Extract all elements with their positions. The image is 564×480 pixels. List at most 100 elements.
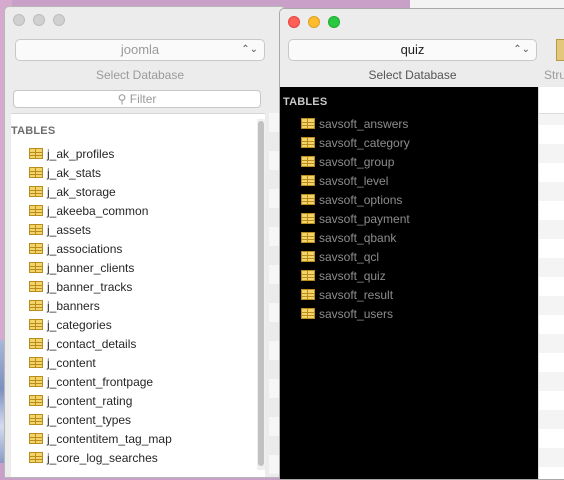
- table-icon: [301, 137, 315, 148]
- table-list-item[interactable]: j_assets: [29, 220, 172, 239]
- table-list-item[interactable]: j_contentitem_tag_map: [29, 429, 172, 448]
- table-name: savsoft_users: [319, 306, 394, 321]
- table-list-item[interactable]: j_ak_storage: [29, 182, 172, 201]
- table-icon: [301, 251, 315, 262]
- table-name: j_banners: [47, 298, 100, 313]
- table-icon: [29, 395, 43, 406]
- table-icon: [29, 281, 43, 292]
- table-icon: [29, 224, 43, 235]
- table-icon: [29, 357, 43, 368]
- table-list-item[interactable]: savsoft_result: [301, 285, 410, 304]
- table-list-item[interactable]: j_banner_tracks: [29, 277, 172, 296]
- table-name: j_akeeba_common: [47, 203, 149, 218]
- table-name: j_contentitem_tag_map: [47, 431, 172, 446]
- table-icon: [29, 205, 43, 216]
- minimize-button[interactable]: [33, 14, 45, 26]
- table-list-item[interactable]: savsoft_qcl: [301, 247, 410, 266]
- table-icon: [29, 319, 43, 330]
- table-name: savsoft_result: [319, 287, 394, 302]
- content-header: [539, 87, 564, 114]
- scrollbar-thumb[interactable]: [258, 121, 264, 466]
- table-name: j_ak_storage: [47, 184, 116, 199]
- table-name: j_banner_clients: [47, 260, 135, 275]
- database-select[interactable]: joomla ⌃⌄: [15, 39, 265, 61]
- table-list-item[interactable]: savsoft_qbank: [301, 228, 410, 247]
- table-icon: [29, 148, 43, 159]
- database-select-value: joomla: [120, 42, 160, 57]
- tables-list: TABLES j_ak_profiles j_ak_stats j_ak_stora…: [11, 113, 265, 477]
- table-icon: [29, 414, 43, 425]
- zoom-button[interactable]: [328, 16, 340, 28]
- scrollbar[interactable]: [257, 119, 265, 470]
- table-list-item[interactable]: j_content: [29, 353, 172, 372]
- table-list-item[interactable]: j_content_rating: [29, 391, 172, 410]
- table-icon: [301, 194, 315, 205]
- table-icon: [29, 262, 43, 273]
- search-icon: ⚲: [117, 92, 127, 106]
- table-list-item[interactable]: j_akeeba_common: [29, 201, 172, 220]
- table-icon: [301, 213, 315, 224]
- table-icon: [29, 167, 43, 178]
- table-icon: [301, 175, 315, 186]
- table-list-item[interactable]: j_associations: [29, 239, 172, 258]
- table-name: savsoft_level: [319, 173, 389, 188]
- table-icon: [301, 156, 315, 167]
- table-list-item[interactable]: savsoft_payment: [301, 209, 410, 228]
- select-database-label: Select Database: [368, 68, 457, 82]
- table-list-item[interactable]: savsoft_level: [301, 171, 410, 190]
- table-name: savsoft_group: [319, 154, 395, 169]
- table-list-item[interactable]: savsoft_answers: [301, 114, 410, 133]
- close-button[interactable]: [13, 14, 25, 26]
- sequel-window-quiz: quiz ⌃⌄ Select Database Stru TABLES savs…: [279, 8, 564, 480]
- content-pane: [538, 87, 564, 479]
- table-list-item[interactable]: savsoft_category: [301, 133, 410, 152]
- table-icon: [29, 433, 43, 444]
- table-icon: [29, 338, 43, 349]
- table-icon: [301, 308, 315, 319]
- chevron-updown-icon: ⌃⌄: [513, 44, 530, 55]
- table-list-item[interactable]: savsoft_options: [301, 190, 410, 209]
- table-icon: [29, 300, 43, 311]
- table-list-item[interactable]: savsoft_users: [301, 304, 410, 323]
- table-name: j_ak_profiles: [47, 146, 115, 161]
- table-list-item[interactable]: j_ak_profiles: [29, 144, 172, 163]
- database-select-value: quiz: [400, 42, 425, 57]
- table-name: j_core_log_searches: [47, 450, 158, 465]
- table-list-item[interactable]: savsoft_quiz: [301, 266, 410, 285]
- table-icon: [301, 270, 315, 281]
- tables-list-items: savsoft_answers savsoft_category savsoft_g…: [301, 114, 410, 323]
- structure-icon[interactable]: [556, 39, 564, 61]
- table-icon: [301, 232, 315, 243]
- table-list-item[interactable]: j_ak_stats: [29, 163, 172, 182]
- close-button[interactable]: [288, 16, 300, 28]
- table-name: j_contact_details: [47, 336, 137, 351]
- database-select[interactable]: quiz ⌃⌄: [288, 39, 537, 61]
- filter-placeholder: Filter: [129, 92, 157, 106]
- tables-heading: TABLES: [283, 96, 328, 108]
- tables-list-items: j_ak_profiles j_ak_stats j_ak_storage j_ake…: [29, 144, 172, 467]
- table-name: savsoft_options: [319, 192, 403, 207]
- table-list-item[interactable]: j_banner_clients: [29, 258, 172, 277]
- table-list-item[interactable]: j_banners: [29, 296, 172, 315]
- table-name: savsoft_payment: [319, 211, 410, 226]
- filter-input[interactable]: ⚲ Filter: [13, 90, 261, 108]
- minimize-button[interactable]: [308, 16, 320, 28]
- table-icon: [29, 452, 43, 463]
- table-list-item[interactable]: j_content_frontpage: [29, 372, 172, 391]
- sequel-window-joomla: joomla ⌃⌄ Select Database ⚲ Filter TABLE…: [4, 6, 286, 478]
- table-name: j_assets: [47, 222, 92, 237]
- table-list-item[interactable]: j_categories: [29, 315, 172, 334]
- table-name: j_content: [47, 355, 96, 370]
- table-name: j_content_types: [47, 412, 132, 427]
- zoom-button[interactable]: [53, 14, 65, 26]
- table-icon: [29, 186, 43, 197]
- table-list-item[interactable]: savsoft_group: [301, 152, 410, 171]
- table-icon: [301, 118, 315, 129]
- tables-list: TABLES savsoft_answers savsoft_category sa…: [280, 87, 538, 479]
- structure-label[interactable]: Stru: [544, 68, 564, 82]
- table-list-item[interactable]: j_core_log_searches: [29, 448, 172, 467]
- table-list-item[interactable]: j_content_types: [29, 410, 172, 429]
- select-database-label: Select Database: [95, 68, 185, 82]
- table-icon: [301, 289, 315, 300]
- table-list-item[interactable]: j_contact_details: [29, 334, 172, 353]
